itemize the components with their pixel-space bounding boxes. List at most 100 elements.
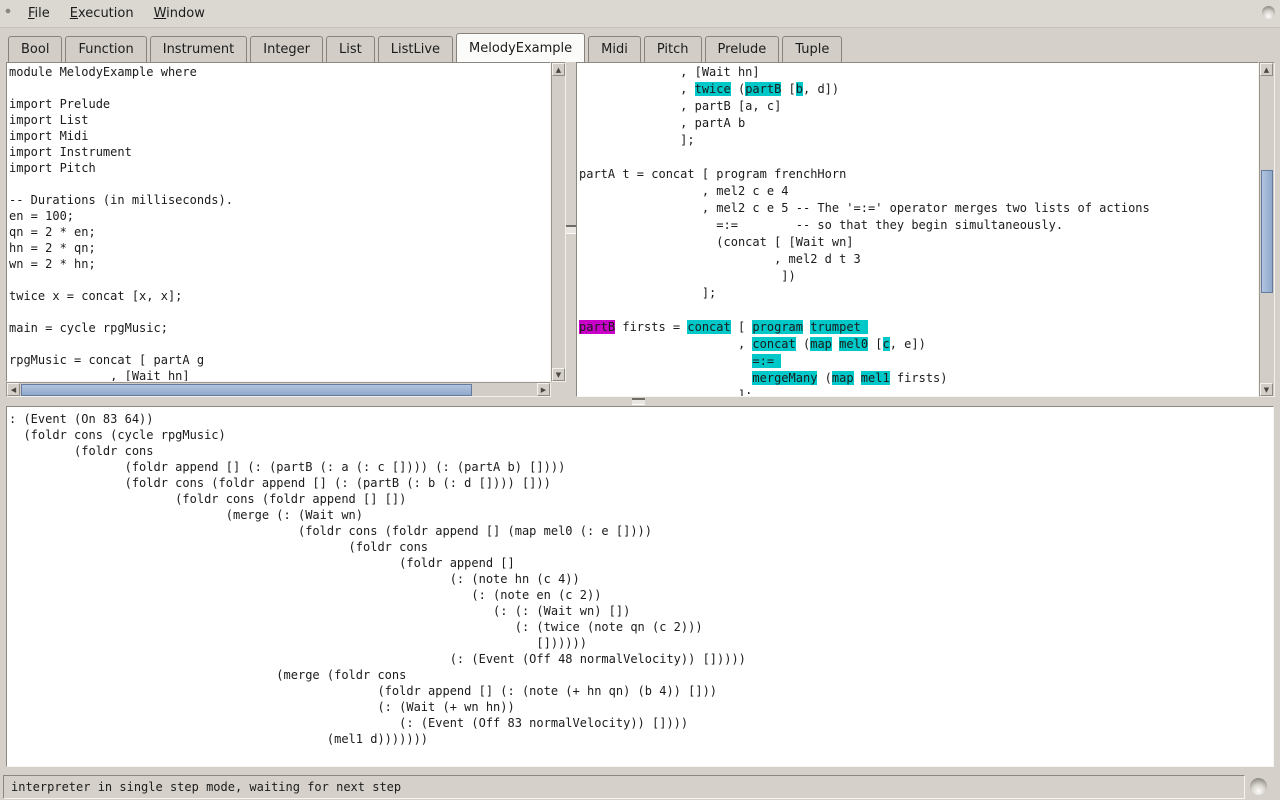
- code-line: ];: [579, 132, 1258, 149]
- menu-tearoff-grip[interactable]: [3, 4, 14, 24]
- code-line: (concat [ [Wait wn]: [579, 234, 1258, 251]
- tab-function[interactable]: Function: [65, 36, 146, 62]
- left-editor-hscrollbar[interactable]: ◀ ▶: [6, 382, 551, 397]
- hscroll-thumb[interactable]: [21, 384, 472, 396]
- code-line: [9, 80, 550, 96]
- code-line: (foldr cons: [9, 443, 1273, 459]
- tab-bool[interactable]: Bool: [8, 36, 62, 62]
- code-line: [579, 302, 1258, 319]
- code-line: =:= -- so that they begin simultaneously…: [579, 217, 1258, 234]
- output-pane: : (Event (On 83 64)) (foldr cons (cycle …: [6, 406, 1274, 767]
- code-line: []))))): [9, 635, 1273, 651]
- code-line: twice x = concat [x, x];: [9, 288, 550, 304]
- code-line: : (Event (On 83 64)): [9, 411, 1273, 427]
- right-editor[interactable]: , [Wait hn] , twice (partB [b, d]) , par…: [576, 62, 1259, 397]
- code-line: (: (twice (note qn (c 2))): [9, 619, 1273, 635]
- code-line: hn = 2 * qn;: [9, 240, 550, 256]
- code-line: (: (note en (c 2)): [9, 587, 1273, 603]
- code-line: en = 100;: [9, 208, 550, 224]
- splitter-grip[interactable]: [566, 225, 576, 234]
- code-line: wn = 2 * hn;: [9, 256, 550, 272]
- code-line: (foldr cons (foldr append [] (: (partB (…: [9, 475, 1273, 491]
- code-line: (merge (foldr cons: [9, 667, 1273, 683]
- left-editor-vscrollbar[interactable]: ▲ ▼: [551, 62, 566, 382]
- menu-item-window[interactable]: Window: [144, 2, 215, 25]
- code-line: import Instrument: [9, 144, 550, 160]
- code-line: (foldr cons (foldr append [] []): [9, 491, 1273, 507]
- code-line: , [Wait hn]: [9, 368, 550, 382]
- tab-pitch[interactable]: Pitch: [644, 36, 702, 62]
- highlighted-redex: trumpet: [810, 320, 868, 334]
- highlighted-redex: concat: [687, 320, 730, 334]
- code-line: , twice (partB [b, d]): [579, 81, 1258, 98]
- status-bar: interpreter in single step mode, waiting…: [3, 775, 1245, 799]
- tab-tuple[interactable]: Tuple: [782, 36, 842, 62]
- menubar-indicator-ball: [1262, 6, 1275, 19]
- tab-list[interactable]: List: [326, 36, 375, 62]
- scroll-down-icon[interactable]: ▼: [552, 368, 565, 381]
- code-line: qn = 2 * en;: [9, 224, 550, 240]
- code-line: import Pitch: [9, 160, 550, 176]
- code-line: , mel2 c e 5 -- The '=:=' operator merge…: [579, 200, 1258, 217]
- code-line: , mel2 c e 4: [579, 183, 1258, 200]
- menu-item-file[interactable]: File: [18, 2, 60, 25]
- code-line: partA t = concat [ program frenchHorn: [579, 166, 1258, 183]
- highlighted-redex: c: [883, 337, 890, 351]
- left-editor[interactable]: module MelodyExample whereimport Prelude…: [6, 62, 551, 382]
- code-line: (foldr cons: [9, 539, 1273, 555]
- highlighted-redex: map: [832, 371, 854, 385]
- tab-melodyexample[interactable]: MelodyExample: [456, 33, 585, 62]
- code-line: (foldr cons (cycle rpgMusic): [9, 427, 1273, 443]
- code-line: [9, 304, 550, 320]
- code-line: (merge (: (Wait wn): [9, 507, 1273, 523]
- highlighted-redex: b: [796, 82, 803, 96]
- tab-instrument[interactable]: Instrument: [150, 36, 248, 62]
- code-line: (: (Wait (+ wn hn)): [9, 699, 1273, 715]
- code-line: (: (note hn (c 4)): [9, 571, 1273, 587]
- code-line: , concat (map mel0 [c, e]): [579, 336, 1258, 353]
- scroll-right-icon[interactable]: ▶: [537, 383, 550, 396]
- code-line: mergeMany (map mel1 firsts): [579, 370, 1258, 387]
- code-line: (foldr append [] (: (note (+ hn qn) (b 4…: [9, 683, 1273, 699]
- tab-listlive[interactable]: ListLive: [378, 36, 453, 62]
- code-line: =:=: [579, 353, 1258, 370]
- code-line: (foldr append [] (: (partB (: a (: c [])…: [9, 459, 1273, 475]
- code-line: , partB [a, c]: [579, 98, 1258, 115]
- highlighted-redex: mel1: [861, 371, 890, 385]
- code-line: rpgMusic = concat [ partA g: [9, 352, 550, 368]
- highlighted-redex: map: [810, 337, 832, 351]
- code-line: -- Durations (in milliseconds).: [9, 192, 550, 208]
- menu-item-execution[interactable]: Execution: [60, 2, 144, 25]
- vertical-splitter[interactable]: [566, 62, 576, 397]
- code-line: (foldr cons (foldr append [] (map mel0 (…: [9, 523, 1273, 539]
- code-line: [579, 149, 1258, 166]
- highlighted-redex: =:=: [752, 354, 781, 368]
- code-line: import Prelude: [9, 96, 550, 112]
- vscroll-thumb[interactable]: [1261, 170, 1273, 293]
- code-line: , [Wait hn]: [579, 64, 1258, 81]
- activity-indicator-ball: [1250, 778, 1267, 795]
- status-text: interpreter in single step mode, waiting…: [11, 780, 401, 794]
- code-line: (mel1 d))))))): [9, 731, 1273, 747]
- code-line: (: (Event (Off 48 normalVelocity)) [])))…: [9, 651, 1273, 667]
- highlighted-redex: partB: [745, 82, 781, 96]
- code-line: (: (: (Wait wn) []): [9, 603, 1273, 619]
- highlighted-redex: twice: [695, 82, 731, 96]
- scroll-down-icon[interactable]: ▼: [1260, 383, 1273, 396]
- scroll-up-icon[interactable]: ▲: [552, 63, 565, 76]
- module-tab-bar: BoolFunctionInstrumentIntegerListListLiv…: [8, 33, 845, 62]
- splitter-grip[interactable]: [632, 398, 645, 405]
- tab-prelude[interactable]: Prelude: [705, 36, 780, 62]
- tab-midi[interactable]: Midi: [588, 36, 641, 62]
- highlighted-redex: concat: [752, 337, 795, 351]
- scroll-left-icon[interactable]: ◀: [7, 383, 20, 396]
- scroll-up-icon[interactable]: ▲: [1260, 63, 1273, 76]
- evaluation-trace[interactable]: : (Event (On 83 64)) (foldr cons (cycle …: [7, 407, 1273, 766]
- right-editor-vscrollbar[interactable]: ▲ ▼: [1259, 62, 1275, 397]
- highlighted-redex: partB: [579, 320, 615, 334]
- tab-integer[interactable]: Integer: [250, 36, 323, 62]
- horizontal-splitter[interactable]: [0, 397, 1280, 406]
- code-line: ];: [579, 387, 1258, 397]
- code-line: main = cycle rpgMusic;: [9, 320, 550, 336]
- highlighted-redex: mergeMany: [752, 371, 817, 385]
